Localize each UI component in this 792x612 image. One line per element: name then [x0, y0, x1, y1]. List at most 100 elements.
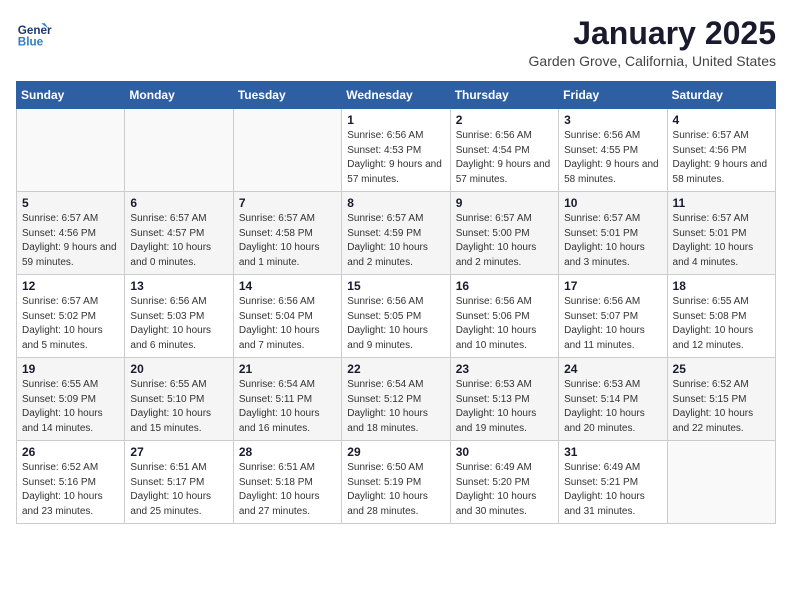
day-detail: Sunrise: 6:55 AM Sunset: 5:08 PM Dayligh… [673, 295, 770, 353]
weekday-header-wednesday: Wednesday [342, 82, 450, 109]
calendar-table: SundayMondayTuesdayWednesdayThursdayFrid… [16, 81, 776, 524]
week-row-2: 5Sunrise: 6:57 AM Sunset: 4:56 PM Daylig… [17, 192, 776, 275]
day-number: 14 [239, 279, 336, 293]
day-cell: 12 Sunrise: 6:57 AM Sunset: 5:02 PM Dayli… [17, 275, 125, 358]
day-number: 15 [347, 279, 444, 293]
logo-icon: General Blue [16, 16, 52, 52]
day-detail: Sunrise: 6:54 AM Sunset: 5:12 PM Dayligh… [347, 378, 444, 436]
day-detail: Sunrise: 6:50 AM Sunset: 5:19 PM Dayligh… [347, 461, 444, 519]
day-cell: 20 Sunrise: 6:55 AM Sunset: 5:10 PM Dayli… [125, 358, 233, 441]
day-number: 20 [130, 362, 227, 376]
day-number: 22 [347, 362, 444, 376]
day-number: 6 [130, 196, 227, 210]
day-cell [125, 109, 233, 192]
day-cell: 3 Sunrise: 6:56 AM Sunset: 4:55 PM Daylig… [559, 109, 667, 192]
day-detail: Sunrise: 6:57 AM Sunset: 4:56 PM Dayligh… [673, 129, 770, 187]
day-cell [17, 109, 125, 192]
day-cell: 22 Sunrise: 6:54 AM Sunset: 5:12 PM Dayli… [342, 358, 450, 441]
day-number: 12 [22, 279, 119, 293]
week-row-5: 26Sunrise: 6:52 AM Sunset: 5:16 PM Dayli… [17, 441, 776, 524]
day-detail: Sunrise: 6:56 AM Sunset: 5:05 PM Dayligh… [347, 295, 444, 353]
day-number: 19 [22, 362, 119, 376]
day-detail: Sunrise: 6:52 AM Sunset: 5:16 PM Dayligh… [22, 461, 119, 519]
day-cell: 10 Sunrise: 6:57 AM Sunset: 5:01 PM Dayli… [559, 192, 667, 275]
day-number: 4 [673, 113, 770, 127]
calendar-title: January 2025 [529, 16, 776, 51]
calendar-subtitle: Garden Grove, California, United States [529, 53, 776, 69]
day-detail: Sunrise: 6:57 AM Sunset: 5:02 PM Dayligh… [22, 295, 119, 353]
day-cell: 23 Sunrise: 6:53 AM Sunset: 5:13 PM Dayli… [450, 358, 558, 441]
day-detail: Sunrise: 6:56 AM Sunset: 5:06 PM Dayligh… [456, 295, 553, 353]
day-detail: Sunrise: 6:57 AM Sunset: 5:01 PM Dayligh… [564, 212, 661, 270]
day-cell: 25Sunrise: 6:52 AM Sunset: 5:15 PM Dayli… [667, 358, 775, 441]
day-cell: 4 Sunrise: 6:57 AM Sunset: 4:56 PM Daylig… [667, 109, 775, 192]
day-detail: Sunrise: 6:56 AM Sunset: 5:07 PM Dayligh… [564, 295, 661, 353]
day-cell: 17 Sunrise: 6:56 AM Sunset: 5:07 PM Dayli… [559, 275, 667, 358]
day-number: 29 [347, 445, 444, 459]
day-cell: 30Sunrise: 6:49 AM Sunset: 5:20 PM Dayli… [450, 441, 558, 524]
day-detail: Sunrise: 6:56 AM Sunset: 5:03 PM Dayligh… [130, 295, 227, 353]
weekday-header-friday: Friday [559, 82, 667, 109]
day-detail: Sunrise: 6:57 AM Sunset: 5:01 PM Dayligh… [673, 212, 770, 270]
day-cell: 15 Sunrise: 6:56 AM Sunset: 5:05 PM Dayli… [342, 275, 450, 358]
week-row-3: 12 Sunrise: 6:57 AM Sunset: 5:02 PM Dayli… [17, 275, 776, 358]
day-number: 5 [22, 196, 119, 210]
day-number: 9 [456, 196, 553, 210]
day-number: 8 [347, 196, 444, 210]
day-cell: 8Sunrise: 6:57 AM Sunset: 4:59 PM Daylig… [342, 192, 450, 275]
day-number: 27 [130, 445, 227, 459]
day-detail: Sunrise: 6:56 AM Sunset: 5:04 PM Dayligh… [239, 295, 336, 353]
day-cell: 6 Sunrise: 6:57 AM Sunset: 4:57 PM Daylig… [125, 192, 233, 275]
day-cell: 26Sunrise: 6:52 AM Sunset: 5:16 PM Dayli… [17, 441, 125, 524]
day-number: 2 [456, 113, 553, 127]
day-number: 24 [564, 362, 661, 376]
day-number: 18 [673, 279, 770, 293]
day-cell: 18 Sunrise: 6:55 AM Sunset: 5:08 PM Dayli… [667, 275, 775, 358]
day-cell: 11 Sunrise: 6:57 AM Sunset: 5:01 PM Dayli… [667, 192, 775, 275]
day-cell: 7 Sunrise: 6:57 AM Sunset: 4:58 PM Daylig… [233, 192, 341, 275]
day-detail: Sunrise: 6:56 AM Sunset: 4:53 PM Dayligh… [347, 129, 444, 187]
logo: General Blue [16, 16, 52, 52]
day-number: 21 [239, 362, 336, 376]
day-detail: Sunrise: 6:51 AM Sunset: 5:17 PM Dayligh… [130, 461, 227, 519]
day-number: 11 [673, 196, 770, 210]
day-detail: Sunrise: 6:53 AM Sunset: 5:14 PM Dayligh… [564, 378, 661, 436]
week-row-4: 19 Sunrise: 6:55 AM Sunset: 5:09 PM Dayli… [17, 358, 776, 441]
day-detail: Sunrise: 6:49 AM Sunset: 5:21 PM Dayligh… [564, 461, 661, 519]
day-cell: 9 Sunrise: 6:57 AM Sunset: 5:00 PM Daylig… [450, 192, 558, 275]
weekday-header-monday: Monday [125, 82, 233, 109]
day-number: 28 [239, 445, 336, 459]
day-detail: Sunrise: 6:57 AM Sunset: 4:57 PM Dayligh… [130, 212, 227, 270]
day-number: 1 [347, 113, 444, 127]
weekday-header-sunday: Sunday [17, 82, 125, 109]
day-number: 7 [239, 196, 336, 210]
day-number: 17 [564, 279, 661, 293]
day-detail: Sunrise: 6:57 AM Sunset: 5:00 PM Dayligh… [456, 212, 553, 270]
weekday-header-thursday: Thursday [450, 82, 558, 109]
day-cell: 24 Sunrise: 6:53 AM Sunset: 5:14 PM Dayli… [559, 358, 667, 441]
day-detail: Sunrise: 6:53 AM Sunset: 5:13 PM Dayligh… [456, 378, 553, 436]
day-cell: 21Sunrise: 6:54 AM Sunset: 5:11 PM Dayli… [233, 358, 341, 441]
title-block: January 2025 Garden Grove, California, U… [529, 16, 776, 69]
day-number: 3 [564, 113, 661, 127]
weekday-header-row: SundayMondayTuesdayWednesdayThursdayFrid… [17, 82, 776, 109]
day-detail: Sunrise: 6:49 AM Sunset: 5:20 PM Dayligh… [456, 461, 553, 519]
day-cell: 5Sunrise: 6:57 AM Sunset: 4:56 PM Daylig… [17, 192, 125, 275]
day-cell: 19 Sunrise: 6:55 AM Sunset: 5:09 PM Dayli… [17, 358, 125, 441]
day-number: 10 [564, 196, 661, 210]
day-detail: Sunrise: 6:52 AM Sunset: 5:15 PM Dayligh… [673, 378, 770, 436]
day-number: 16 [456, 279, 553, 293]
day-detail: Sunrise: 6:57 AM Sunset: 4:58 PM Dayligh… [239, 212, 336, 270]
day-cell: 28Sunrise: 6:51 AM Sunset: 5:18 PM Dayli… [233, 441, 341, 524]
day-number: 23 [456, 362, 553, 376]
svg-text:Blue: Blue [18, 36, 44, 49]
week-row-1: 1 Sunrise: 6:56 AM Sunset: 4:53 PM Daylig… [17, 109, 776, 192]
day-detail: Sunrise: 6:55 AM Sunset: 5:10 PM Dayligh… [130, 378, 227, 436]
weekday-header-saturday: Saturday [667, 82, 775, 109]
page-header: General Blue January 2025 Garden Grove, … [16, 16, 776, 69]
day-detail: Sunrise: 6:55 AM Sunset: 5:09 PM Dayligh… [22, 378, 119, 436]
day-cell [233, 109, 341, 192]
day-cell: 13Sunrise: 6:56 AM Sunset: 5:03 PM Dayli… [125, 275, 233, 358]
day-cell: 29 Sunrise: 6:50 AM Sunset: 5:19 PM Dayli… [342, 441, 450, 524]
day-detail: Sunrise: 6:56 AM Sunset: 4:55 PM Dayligh… [564, 129, 661, 187]
